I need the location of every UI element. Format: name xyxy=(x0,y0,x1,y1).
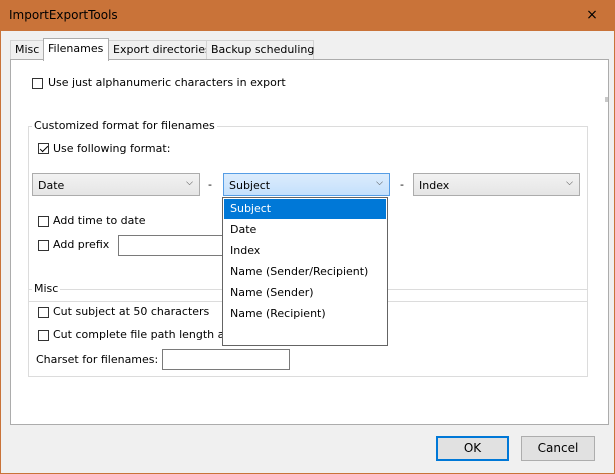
tab-export-directories[interactable]: Export directories xyxy=(108,40,211,59)
add-prefix-checkbox[interactable] xyxy=(38,240,49,251)
use-format-checkbox[interactable] xyxy=(38,143,49,154)
format-select-3[interactable]: Index ⌵ xyxy=(413,173,580,196)
dropdown-option-index[interactable]: Index xyxy=(224,241,386,261)
window-title: ImportExportTools xyxy=(9,8,118,22)
cut-path-label[interactable]: Cut complete file path length at xyxy=(53,328,229,341)
charset-label: Charset for filenames: xyxy=(36,353,159,366)
add-time-checkbox[interactable] xyxy=(38,216,49,227)
dropdown-option-name-sender[interactable]: Name (Sender) xyxy=(224,283,386,303)
tab-misc[interactable]: Misc xyxy=(10,40,44,59)
format-dropdown-list: Subject Date Index Name (Sender/Recipien… xyxy=(222,197,388,346)
add-prefix-label[interactable]: Add prefix xyxy=(53,238,109,251)
separator-2: - xyxy=(400,178,404,191)
dropdown-option-date[interactable]: Date xyxy=(224,220,386,240)
tab-backup-scheduling[interactable]: Backup scheduling xyxy=(206,40,314,59)
custom-format-group-title: Customized format for filenames xyxy=(32,119,217,132)
dropdown-option-name-sender-recipient[interactable]: Name (Sender/Recipient) xyxy=(224,262,386,282)
dropdown-option-name-recipient[interactable]: Name (Recipient) xyxy=(224,304,386,324)
charset-input[interactable] xyxy=(162,349,290,370)
format-select-3-value: Index xyxy=(419,179,450,192)
alnum-checkbox-label[interactable]: Use just alphanumeric characters in expo… xyxy=(48,76,286,89)
format-select-1[interactable]: Date ⌵ xyxy=(32,173,200,196)
add-time-label[interactable]: Add time to date xyxy=(53,214,146,227)
format-select-1-value: Date xyxy=(38,179,65,192)
title-bar: ImportExportTools × xyxy=(0,0,615,31)
misc-group-title: Misc xyxy=(32,282,61,295)
separator-1: - xyxy=(208,178,212,191)
use-format-label[interactable]: Use following format: xyxy=(53,142,170,155)
chevron-down-icon: ⌵ xyxy=(186,178,193,188)
format-select-2-value: Subject xyxy=(229,179,271,192)
close-icon[interactable]: × xyxy=(569,0,615,31)
tab-filenames[interactable]: Filenames xyxy=(43,38,109,61)
scrollbar[interactable] xyxy=(605,97,608,102)
chevron-down-icon: ⌵ xyxy=(376,178,383,188)
prefix-input[interactable] xyxy=(118,235,226,256)
alnum-checkbox[interactable] xyxy=(32,78,43,89)
ok-button[interactable]: OK xyxy=(436,436,509,461)
chevron-down-icon: ⌵ xyxy=(566,178,573,188)
cut-subject-checkbox[interactable] xyxy=(38,307,49,318)
cut-path-checkbox[interactable] xyxy=(38,330,49,341)
format-select-2[interactable]: Subject ⌵ xyxy=(223,173,390,196)
cut-subject-label[interactable]: Cut subject at 50 characters xyxy=(53,305,209,318)
dropdown-option-subject[interactable]: Subject xyxy=(224,199,386,219)
cancel-button[interactable]: Cancel xyxy=(521,436,595,461)
